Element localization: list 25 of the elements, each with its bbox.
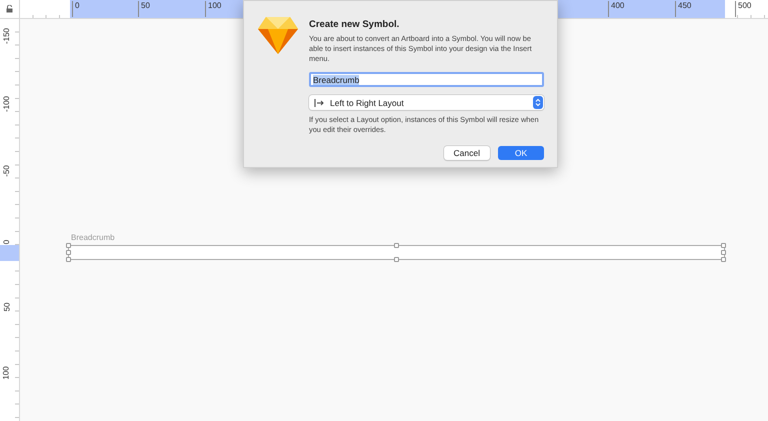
selection-highlight xyxy=(0,245,19,261)
ruler-label: -50 xyxy=(2,165,12,177)
ruler-label: 0 xyxy=(72,1,80,17)
arrow-right-bar-icon xyxy=(314,98,324,106)
symbol-name-field[interactable]: Breadcrumb xyxy=(309,72,544,87)
lock-icon[interactable] xyxy=(6,5,13,13)
ruler-label: 100 xyxy=(205,1,222,17)
resize-handle[interactable] xyxy=(394,243,399,248)
chevron-up-down-icon xyxy=(535,98,541,107)
ruler-label: -150 xyxy=(2,28,12,44)
cancel-button[interactable]: Cancel xyxy=(444,146,490,160)
diamond-icon xyxy=(258,16,298,54)
ruler-label: 400 xyxy=(608,1,624,17)
ruler-label: 100 xyxy=(2,366,12,380)
resize-handle[interactable] xyxy=(394,257,399,262)
ruler-label: 450 xyxy=(675,1,692,17)
ruler-label: -100 xyxy=(2,96,12,112)
layout-dropdown[interactable]: Left to Right Layout xyxy=(309,95,544,110)
ruler-label: 0 xyxy=(2,240,12,244)
ok-button[interactable]: OK xyxy=(498,146,544,160)
artboard[interactable] xyxy=(68,245,725,260)
ruler-label: 50 xyxy=(2,302,12,312)
dialog-title: Create new Symbol. xyxy=(309,19,400,30)
ruler-label: 50 xyxy=(138,1,150,17)
ruler-label: 500 xyxy=(735,1,752,17)
